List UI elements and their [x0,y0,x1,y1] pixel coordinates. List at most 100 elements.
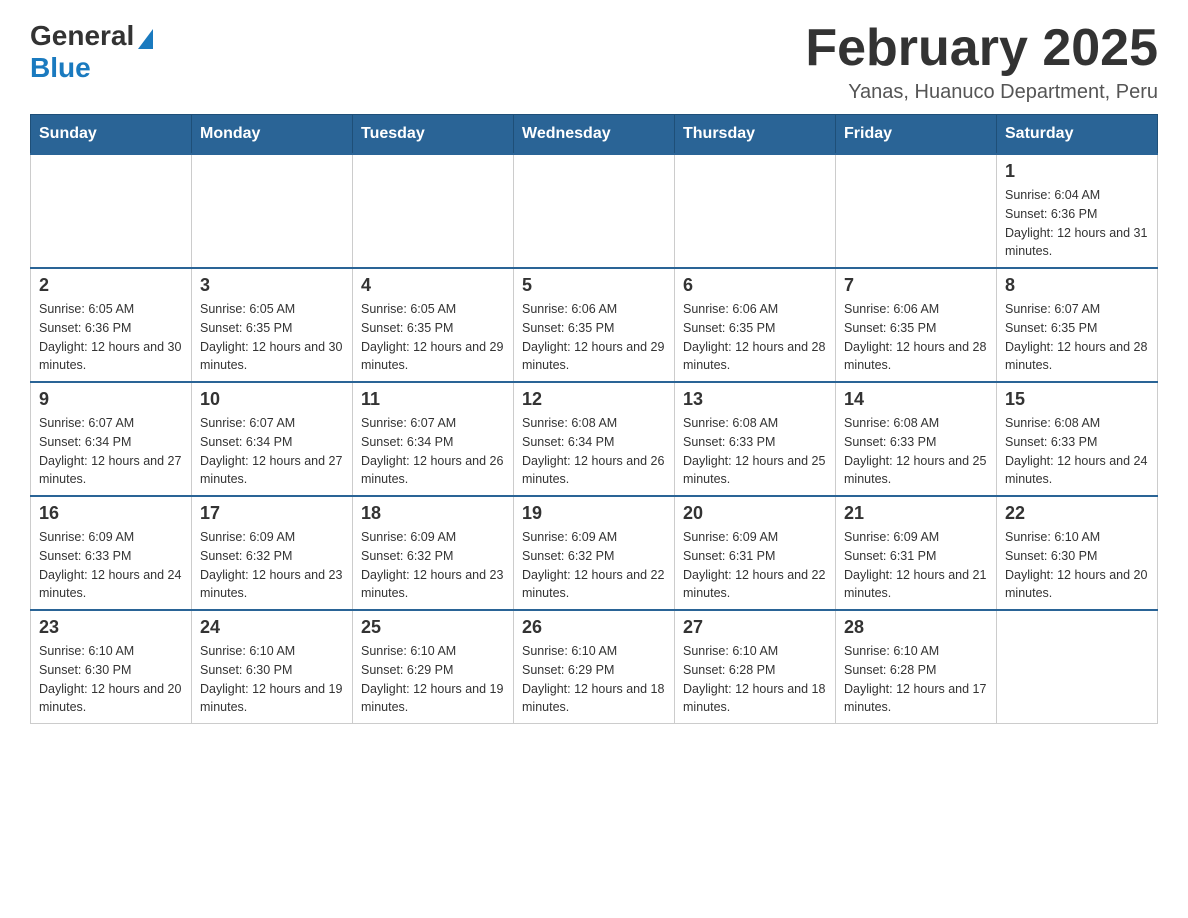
day-number: 28 [844,617,988,638]
day-info: Sunrise: 6:07 AMSunset: 6:34 PMDaylight:… [39,414,183,489]
calendar-week-row: 1 Sunrise: 6:04 AMSunset: 6:36 PMDaylight… [31,154,1158,268]
day-info: Sunrise: 6:05 AMSunset: 6:35 PMDaylight:… [200,300,344,375]
day-number: 21 [844,503,988,524]
calendar-day-cell: 19 Sunrise: 6:09 AMSunset: 6:32 PMDayligh… [514,496,675,610]
calendar-day-cell: 4 Sunrise: 6:05 AMSunset: 6:35 PMDaylight… [353,268,514,382]
calendar-day-cell: 1 Sunrise: 6:04 AMSunset: 6:36 PMDaylight… [997,154,1158,268]
calendar-table: SundayMondayTuesdayWednesdayThursdayFrid… [30,114,1158,724]
day-number: 15 [1005,389,1149,410]
day-number: 19 [522,503,666,524]
day-number: 14 [844,389,988,410]
day-info: Sunrise: 6:05 AMSunset: 6:36 PMDaylight:… [39,300,183,375]
day-number: 7 [844,275,988,296]
calendar-header-tuesday: Tuesday [353,115,514,155]
calendar-day-cell: 5 Sunrise: 6:06 AMSunset: 6:35 PMDaylight… [514,268,675,382]
day-number: 5 [522,275,666,296]
day-info: Sunrise: 6:10 AMSunset: 6:28 PMDaylight:… [844,642,988,717]
day-info: Sunrise: 6:09 AMSunset: 6:32 PMDaylight:… [522,528,666,603]
page-header: General Blue February 2025 Yanas, Huanuc… [30,20,1158,104]
calendar-day-cell: 16 Sunrise: 6:09 AMSunset: 6:33 PMDayligh… [31,496,192,610]
day-info: Sunrise: 6:09 AMSunset: 6:32 PMDaylight:… [361,528,505,603]
calendar-header-row: SundayMondayTuesdayWednesdayThursdayFrid… [31,115,1158,155]
logo-arrow-shape [138,29,153,49]
location-text: Yanas, Huanuco Department, Peru [805,81,1158,104]
day-info: Sunrise: 6:06 AMSunset: 6:35 PMDaylight:… [683,300,827,375]
calendar-day-cell: 27Sunrise: 6:10 AMSunset: 6:28 PMDayligh… [675,610,836,724]
calendar-day-cell: 13Sunrise: 6:08 AMSunset: 6:33 PMDayligh… [675,382,836,496]
calendar-day-cell: 21 Sunrise: 6:09 AMSunset: 6:31 PMDayligh… [836,496,997,610]
day-info: Sunrise: 6:09 AMSunset: 6:31 PMDaylight:… [844,528,988,603]
day-number: 22 [1005,503,1149,524]
calendar-day-cell: 3 Sunrise: 6:05 AMSunset: 6:35 PMDaylight… [192,268,353,382]
day-number: 18 [361,503,505,524]
day-number: 20 [683,503,827,524]
day-info: Sunrise: 6:04 AMSunset: 6:36 PMDaylight:… [1005,186,1149,261]
month-title: February 2025 [805,20,1158,77]
day-info: Sunrise: 6:09 AMSunset: 6:31 PMDaylight:… [683,528,827,603]
day-number: 12 [522,389,666,410]
day-info: Sunrise: 6:05 AMSunset: 6:35 PMDaylight:… [361,300,505,375]
logo: General Blue [30,20,153,84]
calendar-day-cell: 12Sunrise: 6:08 AMSunset: 6:34 PMDayligh… [514,382,675,496]
calendar-day-cell [997,610,1158,724]
calendar-week-row: 2 Sunrise: 6:05 AMSunset: 6:36 PMDaylight… [31,268,1158,382]
calendar-day-cell [192,154,353,268]
calendar-header-sunday: Sunday [31,115,192,155]
calendar-day-cell: 25 Sunrise: 6:10 AMSunset: 6:29 PMDayligh… [353,610,514,724]
day-number: 6 [683,275,827,296]
day-number: 23 [39,617,183,638]
calendar-day-cell: 8Sunrise: 6:07 AMSunset: 6:35 PMDaylight… [997,268,1158,382]
calendar-day-cell: 6 Sunrise: 6:06 AMSunset: 6:35 PMDaylight… [675,268,836,382]
day-number: 16 [39,503,183,524]
day-info: Sunrise: 6:06 AMSunset: 6:35 PMDaylight:… [522,300,666,375]
calendar-header-friday: Friday [836,115,997,155]
calendar-day-cell [31,154,192,268]
day-number: 10 [200,389,344,410]
logo-blue-label: Blue [30,52,91,83]
logo-blue-row: Blue [30,52,91,84]
title-section: February 2025 Yanas, Huanuco Department,… [805,20,1158,104]
calendar-day-cell: 11 Sunrise: 6:07 AMSunset: 6:34 PMDayligh… [353,382,514,496]
day-number: 1 [1005,161,1149,182]
day-info: Sunrise: 6:09 AMSunset: 6:32 PMDaylight:… [200,528,344,603]
calendar-day-cell [353,154,514,268]
day-number: 24 [200,617,344,638]
day-info: Sunrise: 6:08 AMSunset: 6:33 PMDaylight:… [844,414,988,489]
day-info: Sunrise: 6:10 AMSunset: 6:29 PMDaylight:… [361,642,505,717]
calendar-week-row: 9Sunrise: 6:07 AMSunset: 6:34 PMDaylight… [31,382,1158,496]
calendar-week-row: 16 Sunrise: 6:09 AMSunset: 6:33 PMDayligh… [31,496,1158,610]
day-number: 13 [683,389,827,410]
calendar-day-cell [836,154,997,268]
day-info: Sunrise: 6:08 AMSunset: 6:33 PMDaylight:… [1005,414,1149,489]
day-info: Sunrise: 6:07 AMSunset: 6:34 PMDaylight:… [361,414,505,489]
logo-general-label: General [30,20,134,51]
calendar-day-cell: 24Sunrise: 6:10 AMSunset: 6:30 PMDayligh… [192,610,353,724]
day-number: 4 [361,275,505,296]
day-number: 3 [200,275,344,296]
calendar-day-cell: 28 Sunrise: 6:10 AMSunset: 6:28 PMDayligh… [836,610,997,724]
calendar-header-monday: Monday [192,115,353,155]
calendar-day-cell: 10 Sunrise: 6:07 AMSunset: 6:34 PMDayligh… [192,382,353,496]
day-number: 2 [39,275,183,296]
day-number: 26 [522,617,666,638]
day-info: Sunrise: 6:10 AMSunset: 6:30 PMDaylight:… [39,642,183,717]
day-info: Sunrise: 6:06 AMSunset: 6:35 PMDaylight:… [844,300,988,375]
day-number: 11 [361,389,505,410]
calendar-week-row: 23 Sunrise: 6:10 AMSunset: 6:30 PMDayligh… [31,610,1158,724]
calendar-day-cell: 22Sunrise: 6:10 AMSunset: 6:30 PMDayligh… [997,496,1158,610]
calendar-day-cell [514,154,675,268]
day-number: 25 [361,617,505,638]
calendar-day-cell: 14 Sunrise: 6:08 AMSunset: 6:33 PMDayligh… [836,382,997,496]
calendar-day-cell: 7 Sunrise: 6:06 AMSunset: 6:35 PMDaylight… [836,268,997,382]
calendar-day-cell: 17 Sunrise: 6:09 AMSunset: 6:32 PMDayligh… [192,496,353,610]
day-info: Sunrise: 6:07 AMSunset: 6:34 PMDaylight:… [200,414,344,489]
calendar-day-cell: 15 Sunrise: 6:08 AMSunset: 6:33 PMDayligh… [997,382,1158,496]
logo-general-text: General [30,20,153,52]
day-info: Sunrise: 6:10 AMSunset: 6:28 PMDaylight:… [683,642,827,717]
day-number: 17 [200,503,344,524]
calendar-day-cell: 9Sunrise: 6:07 AMSunset: 6:34 PMDaylight… [31,382,192,496]
calendar-day-cell: 2 Sunrise: 6:05 AMSunset: 6:36 PMDaylight… [31,268,192,382]
calendar-header-wednesday: Wednesday [514,115,675,155]
day-info: Sunrise: 6:07 AMSunset: 6:35 PMDaylight:… [1005,300,1149,375]
day-info: Sunrise: 6:09 AMSunset: 6:33 PMDaylight:… [39,528,183,603]
